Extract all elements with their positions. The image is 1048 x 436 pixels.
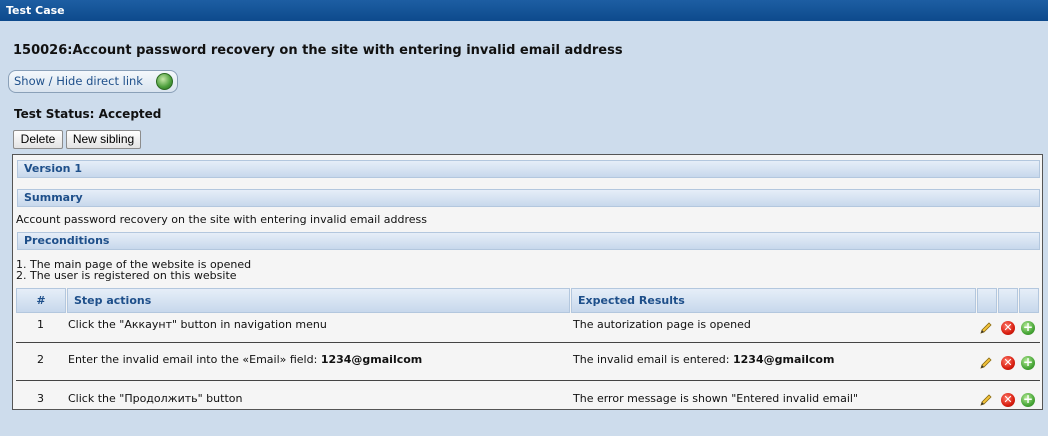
table-row: 2 Enter the invalid email into the «Emai…	[16, 343, 1040, 381]
preconditions-label: Preconditions	[24, 234, 110, 247]
step-number: 3	[37, 392, 44, 405]
precondition-line: 2. The user is registered on this websit…	[16, 269, 237, 282]
column-header-blank	[977, 288, 997, 313]
add-plus-icon[interactable]: +	[1021, 321, 1035, 335]
expected-result-text: The invalid email is entered:	[573, 353, 733, 366]
version-header[interactable]: Version 1	[17, 160, 1040, 178]
expected-result-text: The autorization page is opened	[573, 318, 751, 331]
summary-text: Account password recovery on the site wi…	[16, 213, 427, 226]
window-title: Test Case	[6, 4, 65, 17]
step-action: Click the "Аккаунт" button in navigation…	[68, 318, 327, 331]
column-header-blank	[998, 288, 1018, 313]
delete-x-icon[interactable]: ✕	[1001, 356, 1015, 370]
add-plus-icon[interactable]: +	[1021, 356, 1035, 370]
preconditions-header[interactable]: Preconditions	[17, 232, 1040, 250]
new-sibling-button[interactable]: New sibling	[66, 130, 141, 149]
window-titlebar: Test Case	[0, 0, 1048, 21]
version-label: Version 1	[24, 162, 82, 175]
column-header-number: #	[16, 288, 66, 313]
show-hide-direct-link-button[interactable]: Show / Hide direct link	[8, 70, 178, 93]
add-plus-icon[interactable]: +	[1021, 393, 1035, 407]
step-number: 2	[37, 353, 44, 366]
step-action-value: 1234@gmailcom	[320, 353, 423, 366]
step-number: 1	[37, 318, 44, 331]
table-row: 3 Click the "Продолжить" button The erro…	[16, 381, 1040, 409]
globe-link-icon	[156, 73, 173, 90]
expected-result: The error message is shown "Entered inva…	[573, 392, 858, 405]
step-action-text: Enter the invalid email into the «Email»…	[68, 353, 321, 366]
direct-link-label: Show / Hide direct link	[14, 74, 143, 88]
test-case-panel: Version 1 Summary Account password recov…	[12, 154, 1043, 410]
test-case-title: 150026:Account password recovery on the …	[13, 43, 623, 58]
step-action-text: Click the "Продолжить" button	[68, 392, 243, 405]
summary-label: Summary	[24, 191, 83, 204]
expected-result-value: 1234@gmailcom	[733, 353, 835, 366]
expected-result-text: The error message is shown "Entered inva…	[573, 392, 859, 405]
expected-result: The invalid email is entered: 1234@gmail…	[573, 353, 834, 366]
table-row: 1 Click the "Аккаунт" button in navigati…	[16, 314, 1040, 343]
step-action-text: Click the "Аккаунт" button in navigation…	[68, 318, 327, 331]
pencil-icon[interactable]	[979, 321, 993, 335]
delete-x-icon[interactable]: ✕	[1001, 321, 1015, 335]
column-header-blank	[1019, 288, 1039, 313]
test-status: Test Status: Accepted	[14, 107, 162, 121]
column-header-expected-results: Expected Results	[571, 288, 976, 313]
step-action: Enter the invalid email into the «Email»…	[68, 353, 422, 366]
delete-x-icon[interactable]: ✕	[1001, 393, 1015, 407]
expected-result: The autorization page is opened	[573, 318, 751, 331]
step-action: Click the "Продолжить" button	[68, 392, 242, 405]
column-header-step-actions: Step actions	[67, 288, 570, 313]
pencil-icon[interactable]	[979, 356, 993, 370]
pencil-icon[interactable]	[979, 393, 993, 407]
summary-header[interactable]: Summary	[17, 189, 1040, 207]
delete-button[interactable]: Delete	[13, 130, 63, 149]
